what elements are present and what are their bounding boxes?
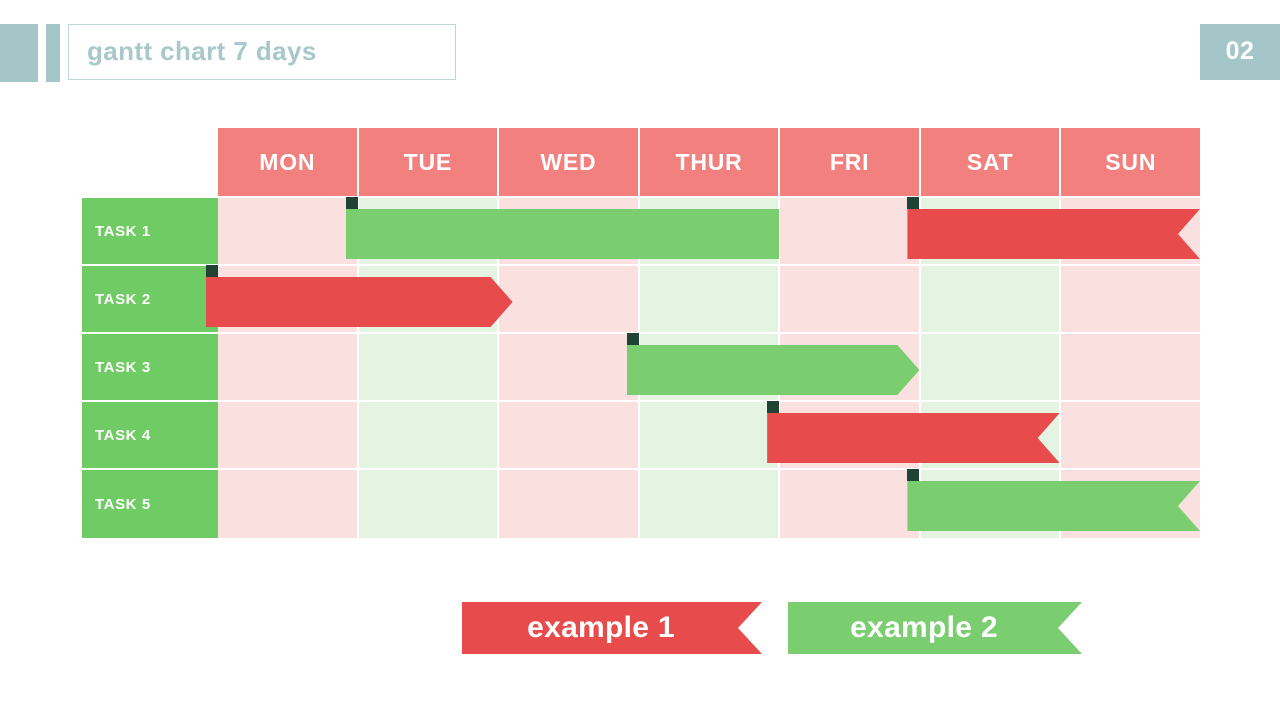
gantt-grid-cell [218,402,359,468]
gantt-grid-cell [358,198,500,264]
page-number-badge: 02 [1200,24,1280,80]
page-title: gantt chart 7 days [87,35,317,66]
gantt-grid-cell [499,198,640,264]
gantt-grid-cell [1061,402,1201,468]
task-label-column: TASK 1 TASK 2 TASK 3 TASK 4 TASK 5 [82,198,218,540]
day-header-cell: WED [499,128,640,196]
gantt-grid-cell [218,198,359,264]
gantt-grid-cell [499,470,640,538]
task-label-cell: TASK 4 [82,402,218,470]
gantt-grid-cell [218,334,359,400]
gantt-grid-row [218,402,1201,470]
gantt-grid-cell [1061,198,1201,264]
gantt-grid-cell [1061,334,1201,400]
header-accent-bar [46,24,60,82]
gantt-grid-cell [920,266,1062,332]
gantt-grid-row [218,470,1201,538]
gantt-grid-cell [780,470,921,538]
day-header-row: MON TUE WED THUR FRI SAT SUN [218,128,1201,196]
gantt-grid-cell [780,266,921,332]
header-accent-square [0,24,38,82]
gantt-grid-cell [499,266,640,332]
task-label-cell: TASK 3 [82,334,218,402]
task-label-cell: TASK 2 [82,266,218,334]
day-header-cell: MON [218,128,359,196]
chart-legend: example 1 example 2 [462,602,1082,658]
gantt-grid-cell [920,402,1062,468]
gantt-grid-row [218,334,1201,402]
gantt-grid-cell [499,402,640,468]
task-label-cell: TASK 1 [82,198,218,266]
gantt-grid-cell [780,334,921,400]
page-title-box: gantt chart 7 days [68,24,456,80]
gantt-grid-row [218,266,1201,334]
gantt-grid-row [218,198,1201,266]
gantt-grid-cell [218,470,359,538]
day-header-cell: THUR [639,128,781,196]
gantt-grid-cell [218,266,359,332]
gantt-grid-cell [358,334,500,400]
legend-item[interactable]: example 2 [788,602,1082,654]
gantt-chart: MON TUE WED THUR FRI SAT SUN TASK 1 TASK 2 TASK … [82,128,1201,540]
gantt-grid [218,198,1201,540]
slide-header: gantt chart 7 days [0,24,460,82]
gantt-grid-cell [499,334,640,400]
gantt-grid-cell [639,402,781,468]
gantt-grid-cell [1061,266,1201,332]
page-number-label: 02 [1225,36,1255,65]
gantt-grid-cell [639,470,781,538]
gantt-grid-cell [920,198,1062,264]
gantt-grid-cell [920,334,1062,400]
legend-item[interactable]: example 1 [462,602,762,654]
day-header-cell: TUE [358,128,500,196]
gantt-grid-cell [1061,470,1201,538]
gantt-grid-cell [780,198,921,264]
gantt-grid-cell [358,266,500,332]
gantt-grid-cell [639,334,781,400]
gantt-grid-cell [920,470,1062,538]
day-header-cell: SAT [920,128,1062,196]
day-header-cell: FRI [780,128,921,196]
gantt-grid-cell [780,402,921,468]
gantt-grid-cell [358,470,500,538]
gantt-grid-cell [639,266,781,332]
gantt-grid-cell [358,402,500,468]
task-label-cell: TASK 5 [82,470,218,538]
gantt-grid-cell [639,198,781,264]
day-header-cell: SUN [1061,128,1201,196]
